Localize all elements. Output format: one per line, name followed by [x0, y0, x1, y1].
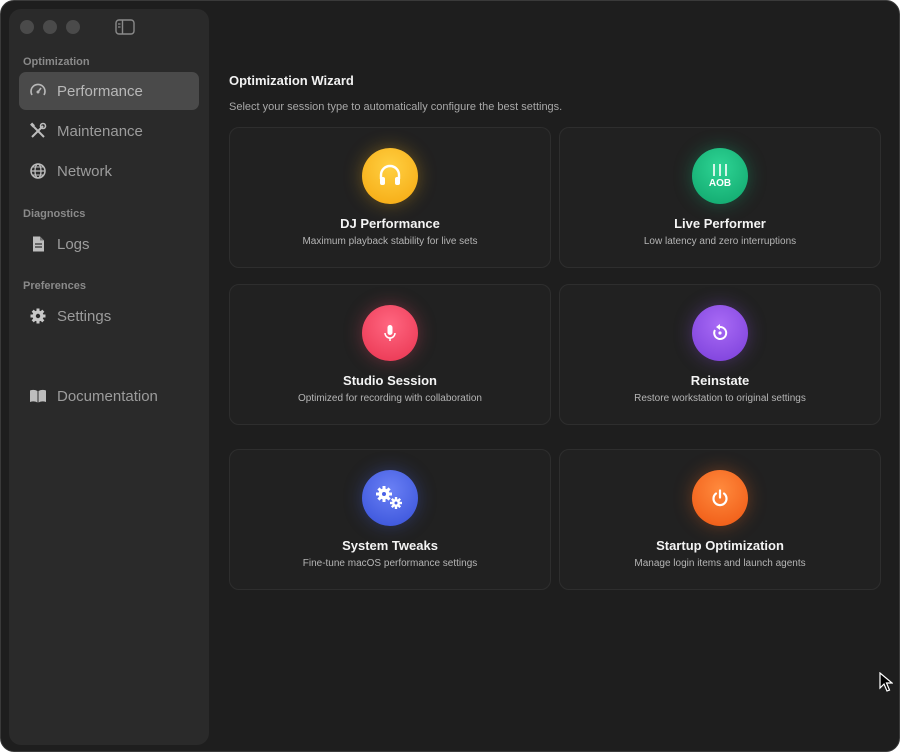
card-title: Startup Optimization	[656, 538, 784, 553]
card-title: DJ Performance	[340, 216, 440, 231]
card-description: Manage login items and launch agents	[634, 558, 806, 569]
page-subtitle: Select your session type to automaticall…	[229, 101, 563, 113]
performance-gauge-icon	[29, 82, 47, 100]
sidebar-item-label: Network	[57, 162, 113, 180]
page-title: Optimization Wizard	[229, 73, 354, 88]
svg-text:AOB: AOB	[709, 178, 731, 189]
card-title: Live Performer	[674, 216, 766, 231]
restore-icon	[692, 305, 748, 361]
section-label-optimization: Optimization	[23, 56, 90, 68]
microphone-icon	[362, 305, 418, 361]
book-icon	[29, 387, 47, 405]
sidebar-item-label: Maintenance	[57, 122, 143, 140]
sidebar-item-settings[interactable]: Settings	[19, 297, 199, 335]
sidebar-item-label: Logs	[57, 235, 90, 253]
sidebar-item-label: Settings	[57, 307, 112, 325]
sidebar-item-label: Performance	[57, 82, 143, 100]
gear-icon	[29, 307, 47, 325]
card-title: Studio Session	[343, 373, 437, 388]
card-live-performer[interactable]: AOB Live Performer Low latency and zero …	[559, 127, 881, 268]
sidebar-item-network[interactable]: Network	[19, 152, 199, 190]
card-description: Maximum playback stability for live sets	[302, 236, 478, 247]
tools-icon	[29, 122, 47, 140]
sidebar-item-maintenance[interactable]: Maintenance	[19, 112, 199, 150]
document-icon	[29, 235, 47, 253]
globe-icon	[29, 162, 47, 180]
sidebar-item-performance[interactable]: Performance	[19, 72, 199, 110]
section-label-diagnostics: Diagnostics	[23, 208, 86, 220]
card-reinstate[interactable]: Reinstate Restore workstation to origina…	[559, 284, 881, 425]
card-description: Restore workstation to original settings	[634, 393, 806, 404]
card-startup-optimization[interactable]: Startup Optimization Manage login items …	[559, 449, 881, 590]
sidebar-item-logs[interactable]: Logs	[19, 225, 199, 263]
card-dj-performance[interactable]: DJ Performance Maximum playback stabilit…	[229, 127, 551, 268]
close-window-button[interactable]	[20, 20, 34, 34]
card-description: Low latency and zero interruptions	[643, 236, 797, 247]
window-controls	[20, 20, 80, 34]
sidebar-item-documentation[interactable]: Documentation	[19, 377, 199, 415]
minimize-window-button[interactable]	[43, 20, 57, 34]
app-window: Optimization Performance Maintenance Net…	[0, 0, 900, 752]
card-title: System Tweaks	[342, 538, 438, 553]
sidebar: Optimization Performance Maintenance Net…	[9, 9, 209, 745]
sidebar-item-label: Documentation	[57, 387, 158, 405]
section-label-preferences: Preferences	[23, 280, 86, 292]
card-title: Reinstate	[690, 373, 750, 388]
card-studio-session[interactable]: Studio Session Optimized for recording w…	[229, 284, 551, 425]
card-description: Optimized for recording with collaborati…	[298, 393, 482, 404]
sidebar-toggle-icon[interactable]	[115, 19, 135, 35]
gears-icon	[362, 470, 418, 526]
zoom-window-button[interactable]	[66, 20, 80, 34]
mouse-cursor-icon	[879, 671, 894, 697]
power-icon	[692, 470, 748, 526]
guitars-icon: AOB	[692, 148, 748, 204]
card-system-tweaks[interactable]: System Tweaks Fine-tune macOS performanc…	[229, 449, 551, 590]
headphones-icon	[362, 148, 418, 204]
card-description: Fine-tune macOS performance settings	[302, 558, 478, 569]
